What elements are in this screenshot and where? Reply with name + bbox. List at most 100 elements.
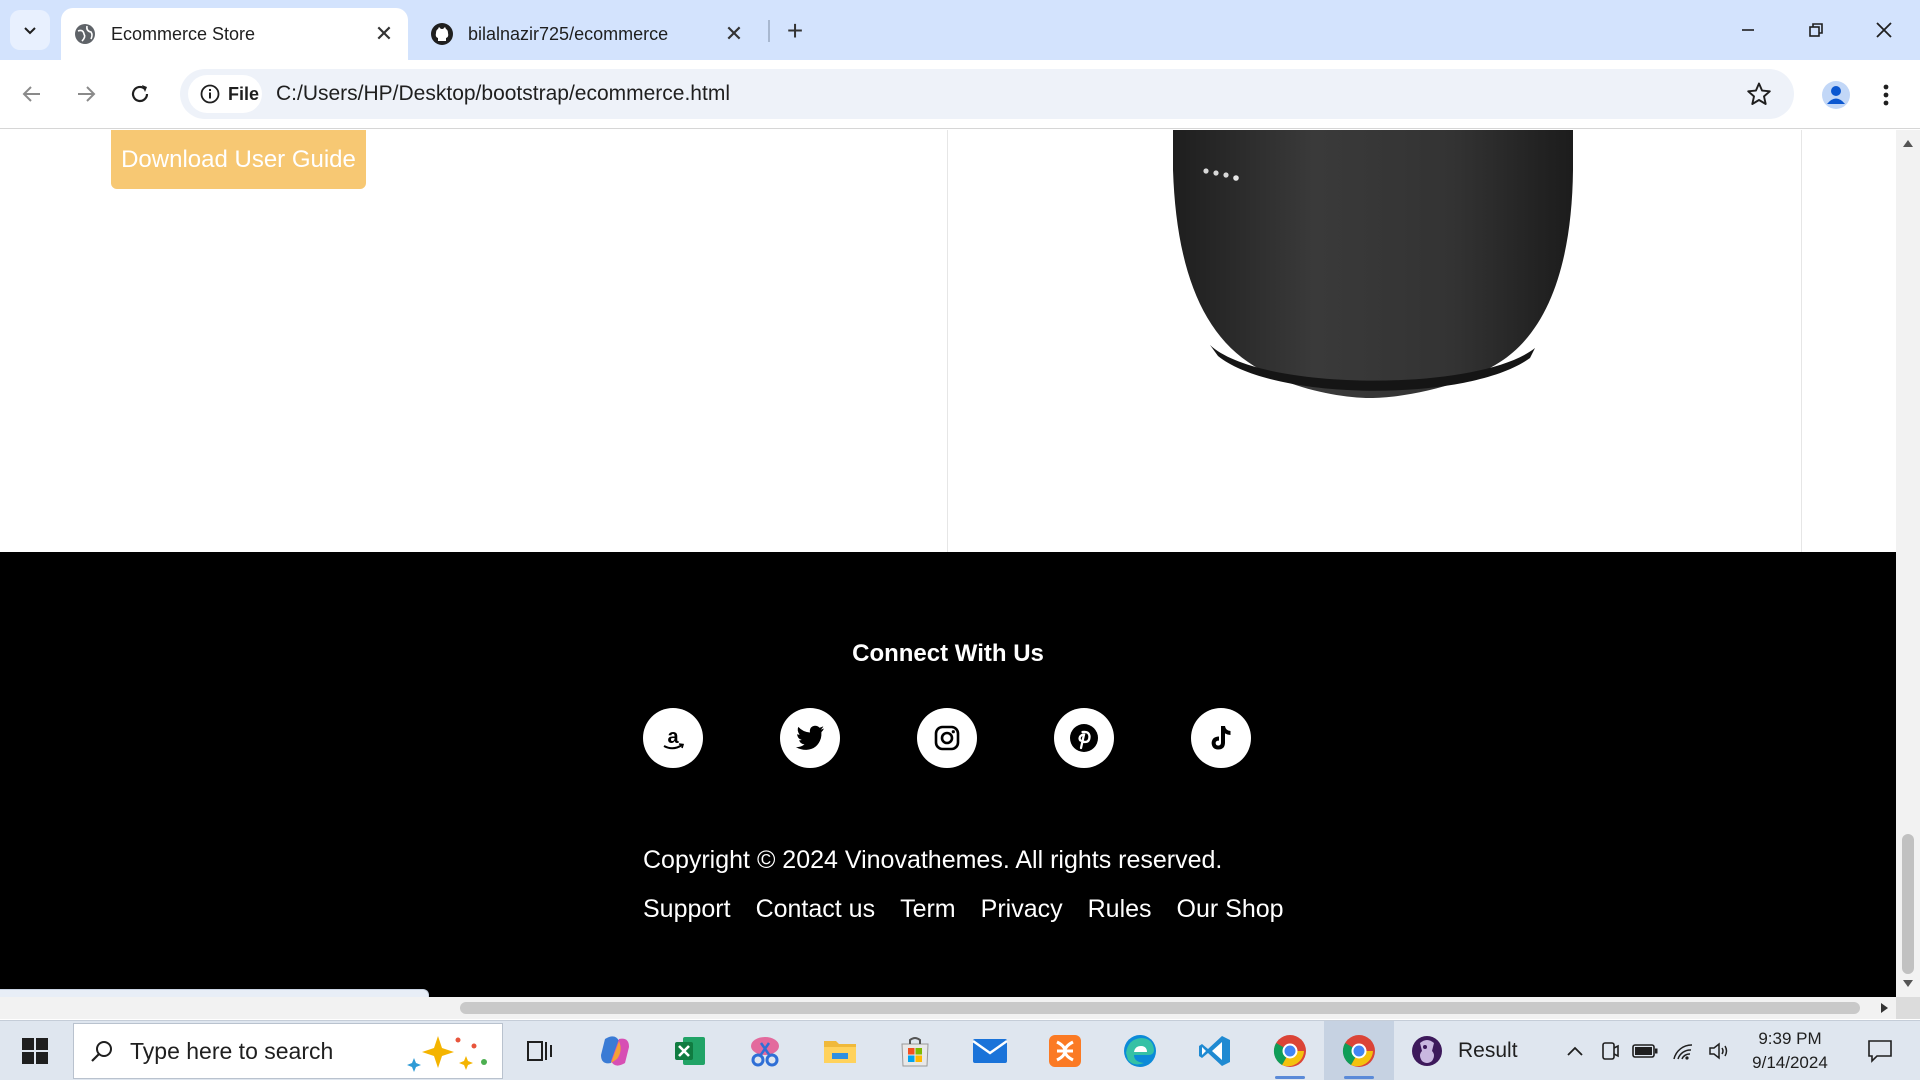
minimize-button[interactable]: [1714, 0, 1782, 60]
download-user-guide-button[interactable]: Download User Guide: [111, 130, 366, 189]
edge-app[interactable]: [1105, 1021, 1175, 1080]
column-divider: [1801, 130, 1802, 552]
restore-icon: [1809, 23, 1823, 37]
browser-menu-button[interactable]: [1870, 75, 1902, 115]
vscode-app[interactable]: [1180, 1021, 1250, 1080]
xampp-app[interactable]: [1030, 1021, 1100, 1080]
taskbar-search-box[interactable]: Type here to search: [73, 1023, 503, 1079]
chevron-up-icon: [1567, 1046, 1583, 1056]
footer-link-contact-us[interactable]: Contact us: [756, 895, 876, 924]
tab-github-repo[interactable]: bilalnazir725/ecommerce ✕: [418, 8, 758, 60]
system-clock[interactable]: 9:39 PM 9/14/2024: [1740, 1027, 1840, 1075]
volume-indicator[interactable]: [1704, 1021, 1734, 1080]
footer-link-support[interactable]: Support: [643, 895, 731, 924]
xampp-icon: [1049, 1035, 1081, 1067]
edge-icon: [1124, 1035, 1156, 1067]
battery-icon: [1632, 1044, 1658, 1058]
profile-button[interactable]: [1816, 75, 1856, 115]
browser-toolbar: File C:/Users/HP/Desktop/bootstrap/ecomm…: [0, 60, 1920, 129]
globe-icon: [73, 22, 97, 46]
start-button[interactable]: [0, 1021, 70, 1080]
more-vertical-icon: [1883, 84, 1889, 106]
snipping-tool-app[interactable]: [730, 1021, 800, 1080]
footer-link-rules[interactable]: Rules: [1088, 895, 1152, 924]
smart-speaker-image: [1173, 130, 1573, 398]
premier-league-icon: [1412, 1036, 1442, 1066]
mail-app[interactable]: [955, 1021, 1025, 1080]
reload-button[interactable]: [120, 74, 160, 114]
task-view-button[interactable]: [505, 1021, 575, 1080]
clock-date: 9/14/2024: [1752, 1053, 1828, 1072]
snipping-tool-icon: [751, 1037, 779, 1067]
tab-ecommerce-store[interactable]: Ecommerce Store ✕: [61, 8, 408, 60]
tiktok-icon[interactable]: [1191, 708, 1251, 768]
forward-button[interactable]: [66, 74, 106, 114]
microsoft-store-app[interactable]: [880, 1021, 950, 1080]
browser-tab-strip: Ecommerce Store ✕ bilalnazir725/ecommerc…: [0, 0, 1920, 60]
search-placeholder: Type here to search: [130, 1037, 334, 1064]
restore-button[interactable]: [1782, 0, 1850, 60]
tab-title: Ecommerce Store: [111, 23, 256, 44]
instagram-icon[interactable]: [917, 708, 977, 768]
chrome-app[interactable]: [1255, 1021, 1325, 1080]
scroll-right-arrow-icon[interactable]: [1881, 1003, 1888, 1013]
wifi-icon: [1673, 1044, 1693, 1060]
footer-link-our-shop[interactable]: Our Shop: [1177, 895, 1284, 924]
result-widget[interactable]: Result: [1410, 1021, 1560, 1080]
close-tab-icon[interactable]: ✕: [718, 18, 750, 50]
battery-indicator[interactable]: [1630, 1021, 1660, 1080]
tab-search-button[interactable]: [10, 10, 50, 50]
clock-time: 9:39 PM: [1758, 1029, 1822, 1048]
footer-link-term[interactable]: Term: [900, 895, 956, 924]
excel-app[interactable]: [655, 1021, 725, 1080]
volume-icon: [1709, 1042, 1728, 1060]
notifications-button[interactable]: [1850, 1021, 1910, 1080]
amazon-icon[interactable]: a: [643, 708, 703, 768]
horizontal-scrollbar[interactable]: [0, 997, 1896, 1019]
chrome-app-active[interactable]: [1324, 1021, 1394, 1080]
column-divider: [947, 130, 948, 552]
chrome-icon: [1273, 1035, 1306, 1067]
copilot-app[interactable]: [580, 1021, 650, 1080]
chevron-down-icon: [24, 27, 36, 35]
twitter-icon[interactable]: [780, 708, 840, 768]
meet-now-button[interactable]: [1595, 1021, 1625, 1080]
address-bar[interactable]: File C:/Users/HP/Desktop/bootstrap/ecomm…: [180, 69, 1794, 119]
close-window-button[interactable]: [1850, 0, 1918, 60]
scroll-down-arrow-icon[interactable]: [1903, 980, 1913, 987]
mail-icon: [972, 1039, 1008, 1063]
store-icon: [901, 1037, 929, 1067]
site-footer: Connect With Us a Copyright © 2024 Vinov…: [0, 552, 1896, 997]
reload-icon: [131, 85, 149, 103]
copilot-icon: [601, 1036, 629, 1066]
svg-text:a: a: [667, 726, 679, 748]
excel-icon: [675, 1037, 705, 1065]
minimize-icon: [1742, 29, 1754, 31]
site-info-chip[interactable]: File: [188, 75, 262, 113]
windows-logo-icon: [22, 1038, 48, 1064]
vertical-scrollbar[interactable]: [1896, 130, 1920, 997]
arrow-right-icon: [78, 86, 96, 102]
footer-heading: Connect With Us: [852, 640, 1044, 667]
vertical-scroll-thumb[interactable]: [1902, 834, 1914, 974]
vscode-icon: [1199, 1036, 1230, 1066]
page-viewport: Download User Guide Connect With Us a Co…: [0, 130, 1896, 997]
footer-links: Support Contact us Term Privacy Rules Ou…: [643, 895, 1284, 924]
pinterest-icon[interactable]: [1054, 708, 1114, 768]
chrome-icon: [1342, 1035, 1375, 1067]
new-tab-button[interactable]: +: [778, 14, 812, 48]
footer-link-privacy[interactable]: Privacy: [981, 895, 1063, 924]
file-explorer-app[interactable]: [805, 1021, 875, 1080]
tab-separator: [768, 20, 770, 42]
close-tab-icon[interactable]: ✕: [368, 18, 400, 50]
avatar-icon: [1822, 81, 1850, 109]
show-hidden-icons-button[interactable]: [1560, 1021, 1590, 1080]
horizontal-scroll-thumb[interactable]: [460, 1002, 1860, 1014]
address-url: C:/Users/HP/Desktop/bootstrap/ecommerce.…: [276, 82, 730, 105]
bookmark-star-icon[interactable]: [1746, 81, 1772, 112]
back-button[interactable]: [12, 74, 52, 114]
network-indicator[interactable]: [1668, 1021, 1698, 1080]
info-icon: [200, 84, 220, 104]
scroll-up-arrow-icon[interactable]: [1903, 140, 1913, 147]
windows-taskbar: Type here to search Result 9:39 PM 9/14/…: [0, 1020, 1920, 1080]
